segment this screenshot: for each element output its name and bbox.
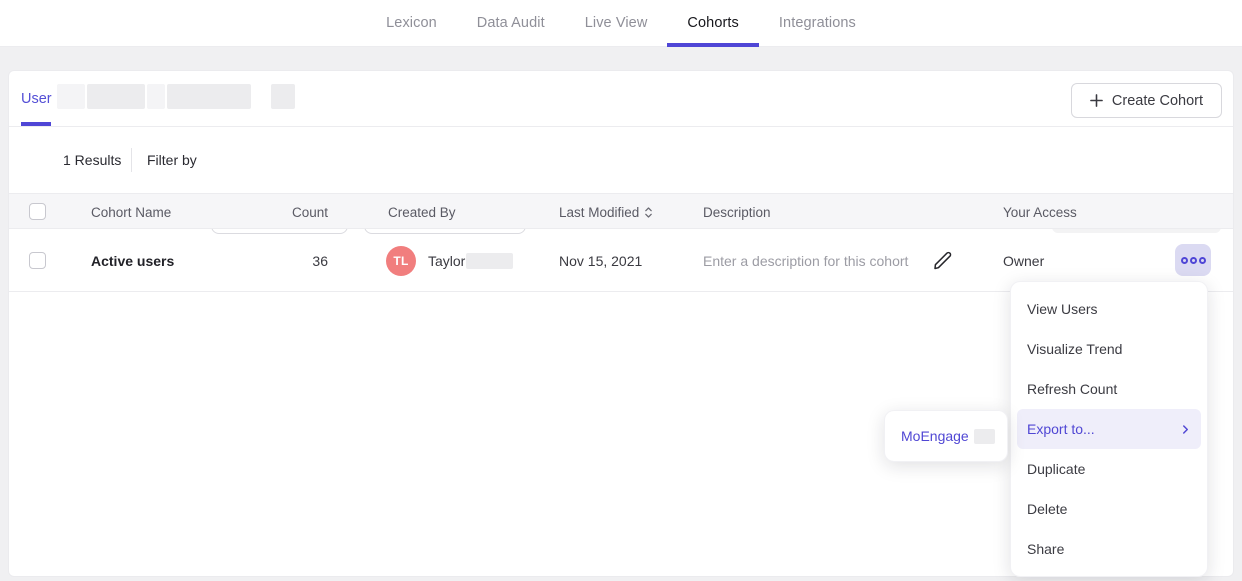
create-cohort-label: Create Cohort	[1112, 93, 1203, 109]
select-all-checkbox[interactable]	[29, 203, 46, 220]
results-count: 1 Results	[63, 127, 121, 193]
row-checkbox[interactable]	[29, 252, 46, 269]
create-cohort-button[interactable]: Create Cohort	[1071, 83, 1222, 118]
plus-icon	[1090, 94, 1103, 107]
redacted-last-name	[466, 253, 513, 269]
nav-item-live-view[interactable]: Live View	[565, 0, 668, 46]
header-label: Last Modified	[559, 205, 639, 220]
cohort-type-tabs: User Create Cohort	[9, 71, 1233, 127]
header-your-access: Your Access	[1003, 194, 1077, 230]
redacted-tab	[167, 84, 251, 109]
redacted-tab	[271, 84, 295, 109]
tab-user-underline	[21, 122, 51, 126]
menu-item-delete[interactable]: Delete	[1011, 489, 1207, 529]
header-cohort-name: Cohort Name	[91, 194, 171, 230]
cohort-count: 36	[239, 229, 328, 292]
edit-description-button[interactable]	[930, 249, 954, 273]
filter-by-label: Filter by	[147, 127, 197, 193]
row-actions-menu: View Users Visualize Trend Refresh Count…	[1010, 281, 1208, 577]
table-header-row: Cohort Name Count Created By Last Modifi…	[9, 193, 1233, 229]
export-submenu: MoEngage	[884, 410, 1008, 462]
redacted-text	[974, 429, 995, 444]
menu-item-view-users[interactable]: View Users	[1011, 289, 1207, 329]
chevron-right-icon	[1182, 424, 1189, 435]
header-count: Count	[239, 194, 328, 230]
nav-item-cohorts[interactable]: Cohorts	[667, 0, 758, 46]
menu-item-duplicate[interactable]: Duplicate	[1011, 449, 1207, 489]
nav-item-data-audit[interactable]: Data Audit	[457, 0, 565, 46]
menu-item-visualize-trend[interactable]: Visualize Trend	[1011, 329, 1207, 369]
submenu-item-moengage[interactable]: MoEngage	[901, 428, 969, 444]
menu-item-export-to[interactable]: Export to...	[1017, 409, 1201, 449]
nav-item-lexicon[interactable]: Lexicon	[366, 0, 457, 46]
menu-item-refresh-count[interactable]: Refresh Count	[1011, 369, 1207, 409]
menu-item-share[interactable]: Share	[1011, 529, 1207, 569]
created-by-name: Taylor	[428, 229, 465, 292]
header-last-modified[interactable]: Last Modified	[559, 194, 653, 230]
last-modified-date: Nov 15, 2021	[559, 229, 642, 292]
tab-user[interactable]: User	[21, 71, 52, 127]
header-description: Description	[703, 194, 771, 230]
redacted-tab	[147, 84, 165, 109]
header-created-by: Created By	[388, 194, 456, 230]
description-placeholder[interactable]: Enter a description for this cohort	[703, 229, 908, 292]
avatar: TL	[386, 246, 416, 276]
more-actions-icon	[1181, 257, 1188, 264]
menu-item-label: Export to...	[1027, 421, 1095, 437]
filter-bar: 1 Results Filter by Created By You All A…	[9, 127, 1233, 193]
row-actions-button[interactable]	[1175, 244, 1211, 276]
cohort-name-link[interactable]: Active users	[91, 229, 174, 292]
redacted-tab	[57, 84, 85, 109]
sort-icon[interactable]	[644, 206, 653, 219]
divider	[131, 148, 132, 172]
top-navigation: Lexicon Data Audit Live View Cohorts Int…	[0, 0, 1242, 47]
redacted-tab	[87, 84, 145, 109]
active-tab-underline	[667, 43, 758, 47]
nav-item-label: Cohorts	[687, 15, 738, 31]
nav-item-integrations[interactable]: Integrations	[759, 0, 876, 46]
